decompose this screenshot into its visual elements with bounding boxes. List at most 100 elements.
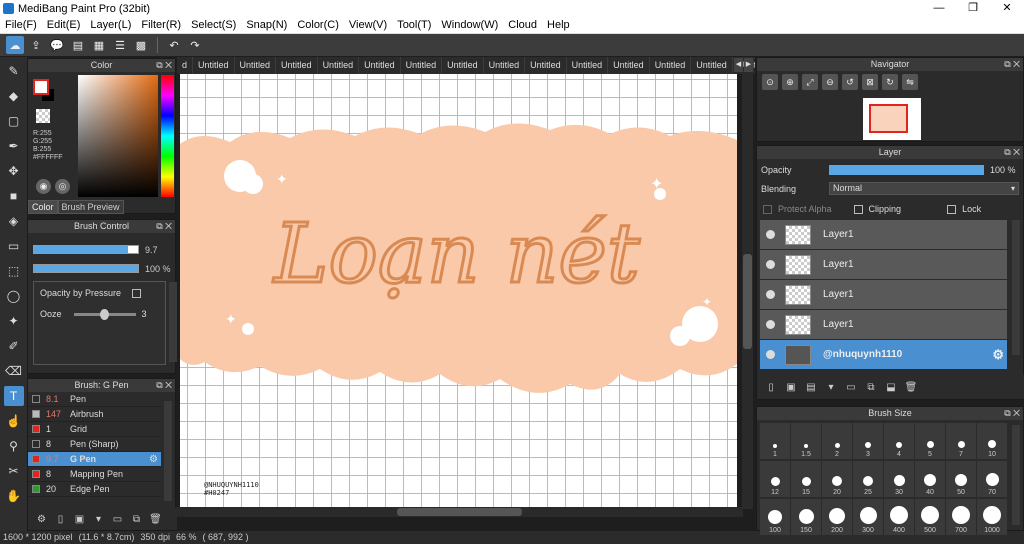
panel-float-close-icon[interactable]: ⧉ ✕	[1004, 58, 1020, 71]
horizontal-scroll-thumb[interactable]	[397, 508, 522, 516]
select-pen-icon[interactable]: ✐	[4, 336, 24, 356]
menu-help[interactable]: Help	[542, 19, 575, 31]
new-folder-icon[interactable]: ▭	[843, 379, 859, 395]
document-tab[interactable]: Untitled	[691, 57, 733, 74]
rotate-right-icon[interactable]: ↻	[882, 74, 898, 90]
brush-size-cell[interactable]: 700	[946, 499, 976, 535]
brush-item[interactable]: 8.1 Pen	[28, 392, 161, 407]
brush-item[interactable]: 8 Pen (Sharp)	[28, 437, 161, 452]
lasso-tool-icon[interactable]: ◯	[4, 286, 24, 306]
opacity-by-pressure-checkbox[interactable]	[131, 289, 141, 299]
lock-checkbox[interactable]	[947, 204, 957, 214]
brush-item[interactable]: 20 Edge Pen	[28, 482, 161, 497]
add-layer-menu-icon[interactable]: ▾	[823, 379, 839, 395]
document-tab[interactable]: Untitled	[608, 57, 650, 74]
brush-item[interactable]: 1 Grid	[28, 422, 161, 437]
tab-brush-preview[interactable]: Brush Preview	[57, 200, 124, 214]
delete-brush-icon[interactable]: 🗑	[148, 512, 163, 527]
document-tab[interactable]: Untitled	[567, 57, 609, 74]
foreground-color-swatch[interactable]	[33, 79, 49, 95]
merge-layer-icon[interactable]: ⬓	[883, 379, 899, 395]
menu-edit[interactable]: Edit(E)	[42, 19, 86, 31]
brush-tool-icon[interactable]: ✎	[4, 61, 24, 81]
document-tab[interactable]: Untitled	[193, 57, 235, 74]
panel-float-close-icon[interactable]: ⧉ ✕	[156, 379, 172, 392]
visibility-icon[interactable]	[766, 290, 775, 299]
zoom-out-icon[interactable]: ⊖	[822, 74, 838, 90]
add-brush-icon[interactable]: ▯	[53, 512, 68, 527]
delete-layer-icon[interactable]: 🗑	[903, 379, 919, 395]
opacity-slider[interactable]	[33, 264, 139, 273]
brush-size-cell[interactable]: 50	[946, 461, 976, 497]
menu-layer[interactable]: Layer(L)	[85, 19, 136, 31]
brush-item[interactable]: 9.7 G Pen ⚙	[28, 452, 161, 467]
redo-icon[interactable]: ↷	[186, 36, 204, 54]
ooze-slider-knob[interactable]	[100, 308, 110, 320]
document-tab[interactable]: Untitled	[484, 57, 526, 74]
brush-size-cell[interactable]: 10	[977, 423, 1007, 459]
visibility-icon[interactable]	[766, 320, 775, 329]
ooze-slider[interactable]	[73, 308, 136, 320]
minimize-button[interactable]: —	[922, 0, 956, 17]
vertical-scroll-thumb[interactable]	[743, 254, 752, 349]
blending-select[interactable]: Normal ▾	[829, 182, 1019, 195]
document-tab[interactable]: Untitled	[650, 57, 692, 74]
text-tool-icon[interactable]: T	[3, 386, 24, 406]
brush-size-cell[interactable]: 500	[915, 499, 945, 535]
canvas-horizontal-scrollbar[interactable]	[177, 507, 743, 517]
layer-opacity-slider[interactable]	[829, 165, 984, 175]
tab-next-button[interactable]: ▶	[744, 58, 753, 72]
add-bitmap-brush-icon[interactable]: ▣	[72, 512, 87, 527]
brush-size-cell[interactable]: 4	[884, 423, 914, 459]
brush-size-cell[interactable]: 12	[760, 461, 790, 497]
brush-size-cell[interactable]: 150	[791, 499, 821, 535]
document-tab[interactable]: Untitled	[235, 57, 277, 74]
bucket-tool-icon[interactable]: ◈	[4, 211, 24, 231]
select-rect-tool-icon[interactable]: ⬚	[4, 261, 24, 281]
close-button[interactable]: ✕	[990, 0, 1024, 17]
hue-slider[interactable]	[161, 75, 174, 197]
dot-tool-icon[interactable]: ▢	[4, 111, 24, 131]
brush-size-cell[interactable]: 100	[760, 499, 790, 535]
document-tab[interactable]: Untitled	[442, 57, 484, 74]
document-tab[interactable]: Untitled	[359, 57, 401, 74]
magic-wand-icon[interactable]: ✦	[4, 311, 24, 331]
layer-row[interactable]: Layer1	[760, 250, 1007, 280]
visibility-icon[interactable]	[766, 230, 775, 239]
clipping-checkbox[interactable]	[853, 204, 863, 214]
document-icon[interactable]: ▦	[90, 36, 108, 54]
saturation-value-picker[interactable]	[78, 75, 158, 197]
brush-size-cell[interactable]: 30	[884, 461, 914, 497]
color-history-icon[interactable]: ◎	[55, 179, 70, 194]
visibility-icon[interactable]	[766, 350, 775, 359]
brush-size-cell[interactable]: 5	[915, 423, 945, 459]
eraser-tool-icon[interactable]: ◆	[4, 86, 24, 106]
menu-window[interactable]: Window(W)	[436, 19, 503, 31]
gradient-tool-icon[interactable]: ▭	[4, 236, 24, 256]
brush-size-cell[interactable]: 400	[884, 499, 914, 535]
document-tab[interactable]: Untitled	[276, 57, 318, 74]
list-icon[interactable]: ☰	[111, 36, 129, 54]
menu-filter[interactable]: Filter(R)	[136, 19, 186, 31]
size-slider[interactable]	[33, 245, 139, 254]
flip-icon[interactable]: ⇋	[902, 74, 918, 90]
fit-window-icon[interactable]: ⤢	[802, 74, 818, 90]
brush-size-cell[interactable]: 1000	[977, 499, 1007, 535]
menu-snap[interactable]: Snap(N)	[241, 19, 292, 31]
document-tab[interactable]: Untitled	[401, 57, 443, 74]
select-eraser-icon[interactable]: ⌫	[4, 361, 24, 381]
document-tab[interactable]: d	[177, 57, 194, 74]
brush-menu-icon[interactable]: ▾	[91, 512, 106, 527]
document-tab[interactable]: Untitled	[318, 57, 360, 74]
cloud-icon[interactable]: ☁	[6, 36, 24, 54]
duplicate-brush-icon[interactable]: ⧉	[129, 512, 144, 527]
move-tool-icon[interactable]: ✥	[4, 161, 24, 181]
zoom-fit-icon[interactable]: ⊙	[762, 74, 778, 90]
brush-settings-icon[interactable]: ⚙	[34, 512, 49, 527]
rotate-left-icon[interactable]: ↺	[842, 74, 858, 90]
layer-row[interactable]: @nhuquynh1110 ⚙	[760, 340, 1007, 370]
brush-size-scrollbar[interactable]	[1012, 425, 1020, 525]
menu-color[interactable]: Color(C)	[292, 19, 344, 31]
divide-tool-icon[interactable]: ✂	[4, 461, 24, 481]
brush-options-scrollbar[interactable]	[169, 282, 177, 362]
